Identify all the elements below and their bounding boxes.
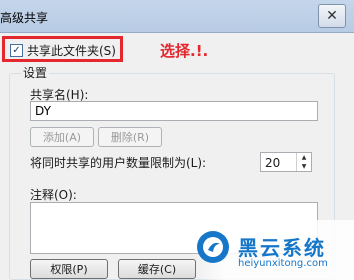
watermark-brand: 黑云系统 bbox=[238, 236, 326, 260]
spinner-arrows-icon[interactable]: ▲ ▼ bbox=[296, 153, 311, 171]
remove-button-label: 删除(R) bbox=[110, 131, 150, 144]
share-name-input[interactable] bbox=[30, 101, 318, 121]
cache-button-label: 缓存(C) bbox=[137, 263, 177, 276]
comment-label: 注释(O): bbox=[30, 188, 77, 202]
permissions-button[interactable]: 权限(P) bbox=[30, 259, 108, 279]
remove-button[interactable]: 删除(R) bbox=[98, 127, 162, 147]
share-folder-label: 共享此文件夹(S) bbox=[27, 44, 116, 58]
cache-button[interactable]: 缓存(C) bbox=[118, 259, 196, 279]
close-icon: ✕ bbox=[326, 8, 338, 24]
close-button[interactable]: ✕ bbox=[318, 4, 346, 28]
window-title: 高级共享 bbox=[0, 11, 49, 25]
settings-legend: 设置 bbox=[21, 64, 50, 81]
user-limit-spinner[interactable]: 20 ▲ ▼ bbox=[260, 152, 312, 172]
add-button[interactable]: 添加(A) bbox=[30, 127, 94, 147]
checkbox-checkmark-icon[interactable]: ✓ bbox=[10, 44, 23, 57]
add-button-label: 添加(A) bbox=[42, 131, 82, 144]
title-bar: 高级共享 ✕ bbox=[0, 0, 354, 33]
permissions-button-label: 权限(P) bbox=[50, 263, 88, 276]
watermark-logo-icon bbox=[197, 231, 229, 263]
user-limit-value: 20 bbox=[265, 156, 281, 170]
user-limit-label: 将同时共享的用户数量限制为(L): bbox=[30, 156, 207, 170]
share-folder-checkbox[interactable]: ✓ 共享此文件夹(S) bbox=[10, 42, 116, 59]
watermark-url: heiyunxitong.com bbox=[238, 258, 328, 269]
annotation-text: 选择.!. bbox=[160, 42, 209, 60]
